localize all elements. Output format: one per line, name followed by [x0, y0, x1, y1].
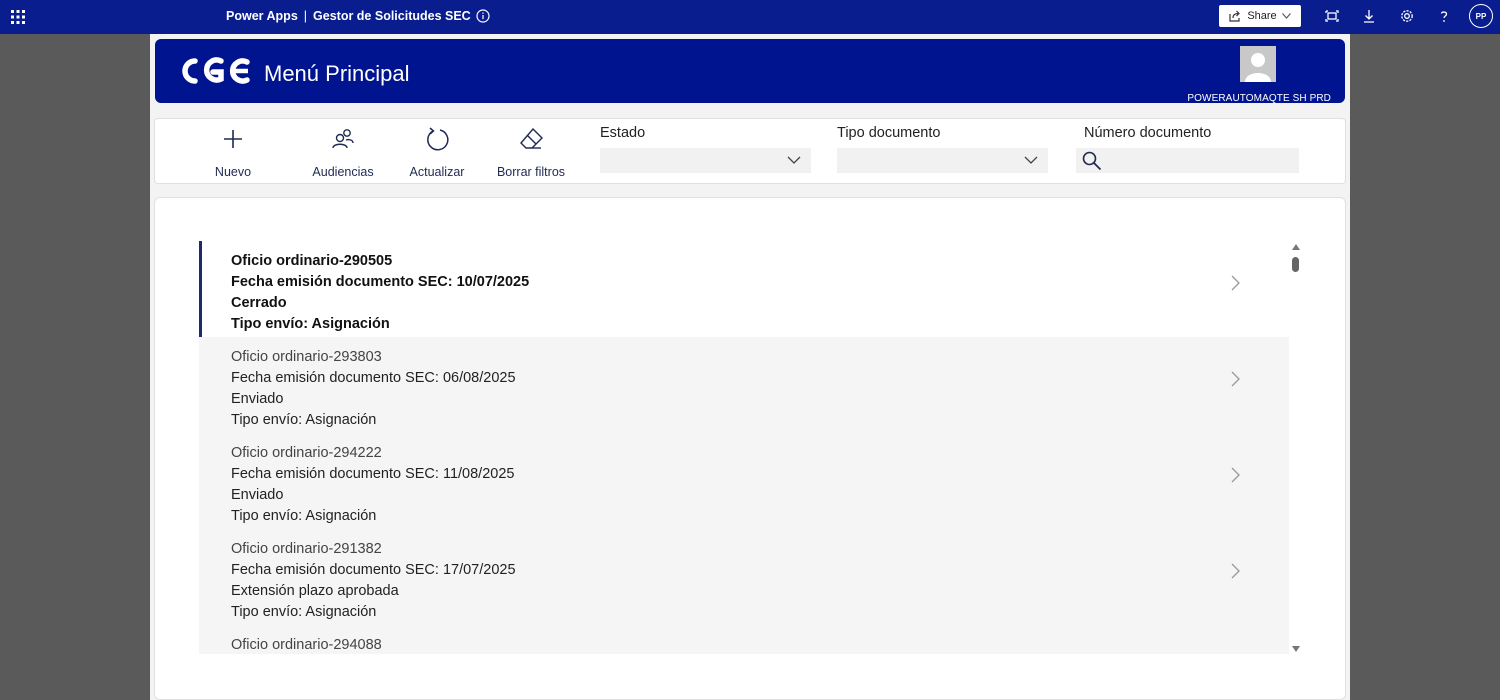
chevron-right-icon[interactable]: [1229, 370, 1241, 388]
chevron-down-icon: [787, 156, 801, 164]
product-name: Power Apps: [226, 9, 298, 23]
download-icon[interactable]: [1361, 8, 1377, 24]
document-title: Oficio ordinario-290505: [231, 253, 393, 269]
new-button[interactable]: Nuevo: [203, 125, 263, 179]
app-title: Power Apps | Gestor de Solicitudes SEC: [226, 9, 471, 23]
list-item[interactable]: Oficio ordinario-294222 Fecha emisión do…: [199, 433, 1289, 529]
people-icon: [332, 129, 354, 149]
share-button[interactable]: Share: [1219, 5, 1301, 27]
selected-indicator: [199, 241, 202, 337]
share-icon: [1229, 10, 1241, 22]
cge-logo: [182, 57, 250, 84]
chevron-down-icon: [1024, 156, 1038, 164]
page-title: Menú Principal: [264, 61, 410, 86]
chevron-right-icon[interactable]: [1229, 274, 1241, 292]
document-title: Oficio ordinario-293803: [231, 349, 382, 365]
list-item[interactable]: Oficio ordinario-290505 Fecha emisión do…: [199, 241, 1289, 337]
document-status: Enviado: [231, 391, 284, 407]
app-name: Gestor de Solicitudes SEC: [313, 9, 471, 23]
audiences-button[interactable]: Audiencias: [307, 125, 379, 179]
toolbar: Nuevo Audiencias Actualizar Borrar filtr…: [154, 118, 1346, 184]
plus-icon: [224, 130, 242, 148]
document-send-type: Tipo envío: Asignación: [231, 604, 377, 620]
power-apps-topbar: Power Apps | Gestor de Solicitudes SEC Sha…: [0, 0, 1500, 34]
app-canvas: Menú Principal POWERAUTOMAQTE SH PRD Nue…: [150, 34, 1350, 700]
audiences-button-label: Audiencias: [312, 165, 374, 179]
person-placeholder-icon: [1245, 53, 1271, 82]
estado-label: Estado: [600, 125, 646, 141]
document-status: Cerrado: [231, 295, 287, 311]
search-icon: [1082, 151, 1102, 171]
document-title: Oficio ordinario-291382: [231, 541, 382, 557]
tipo-documento-label: Tipo documento: [837, 125, 941, 141]
new-button-label: Nuevo: [214, 165, 252, 179]
chevron-right-icon[interactable]: [1229, 466, 1241, 484]
document-date: Fecha emisión documento SEC: 06/08/2025: [231, 370, 516, 386]
list-item[interactable]: Oficio ordinario-291382 Fecha emisión do…: [199, 529, 1289, 625]
document-title: Oficio ordinario-294088: [231, 637, 382, 653]
chevron-down-icon: [1281, 13, 1291, 19]
tipo-documento-dropdown[interactable]: [837, 148, 1048, 173]
fit-screen-icon[interactable]: [1324, 8, 1340, 24]
numero-documento-search-input[interactable]: [1076, 148, 1299, 173]
document-date: Fecha emisión documento SEC: 17/07/2025: [231, 562, 516, 578]
scroll-down-arrow-icon[interactable]: [1291, 645, 1301, 653]
title-separator: |: [303, 9, 308, 23]
clear-filters-button[interactable]: Borrar filtros: [491, 125, 571, 179]
app-header: Menú Principal POWERAUTOMAQTE SH PRD: [155, 39, 1345, 104]
document-send-type: Tipo envío: Asignación: [231, 316, 390, 332]
document-date: Fecha emisión documento SEC: 11/08/2025: [231, 466, 515, 482]
user-avatar[interactable]: PP: [1469, 4, 1493, 28]
clear-filters-button-label: Borrar filtros: [496, 165, 566, 179]
user-initials: PP: [1475, 11, 1487, 21]
chevron-right-icon[interactable]: [1229, 562, 1241, 580]
user-name-label: POWERAUTOMAQTE SH PRD: [1187, 93, 1331, 104]
scroll-up-arrow-icon[interactable]: [1291, 243, 1301, 251]
refresh-button-label: Actualizar: [409, 165, 465, 179]
share-label: Share: [1247, 10, 1277, 22]
document-status: Extensión plazo aprobada: [231, 583, 399, 599]
list-item[interactable]: Oficio ordinario-294088: [199, 625, 1289, 654]
numero-documento-label: Número documento: [1084, 125, 1212, 141]
info-icon[interactable]: [476, 9, 490, 23]
refresh-button[interactable]: Actualizar: [407, 125, 467, 179]
document-send-type: Tipo envío: Asignación: [231, 412, 377, 428]
scrollbar-thumb[interactable]: [1292, 257, 1299, 272]
waffle-icon[interactable]: [11, 10, 25, 24]
document-gallery[interactable]: Oficio ordinario-290505 Fecha emisión do…: [199, 241, 1289, 654]
document-list-panel: Oficio ordinario-290505 Fecha emisión do…: [154, 197, 1346, 700]
document-title: Oficio ordinario-294222: [231, 445, 382, 461]
document-date: Fecha emisión documento SEC: 10/07/2025: [231, 274, 530, 290]
user-photo: [1240, 46, 1276, 82]
gear-icon[interactable]: [1399, 8, 1415, 24]
refresh-icon: [427, 127, 449, 151]
document-send-type: Tipo envío: Asignación: [231, 508, 377, 524]
list-item[interactable]: Oficio ordinario-293803 Fecha emisión do…: [199, 337, 1289, 433]
help-icon[interactable]: [1436, 8, 1452, 24]
estado-dropdown[interactable]: [600, 148, 811, 173]
document-status: Enviado: [231, 487, 284, 503]
eraser-icon: [520, 127, 543, 149]
